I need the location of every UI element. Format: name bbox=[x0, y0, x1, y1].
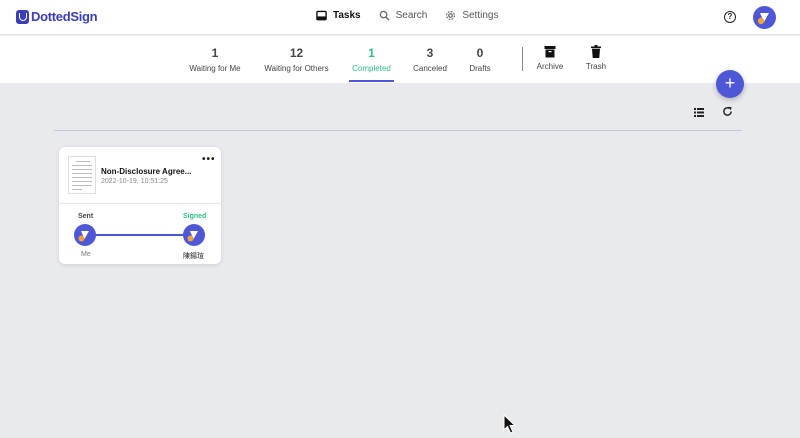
signed-label: Signed bbox=[183, 213, 207, 220]
avatar-logo-icon bbox=[757, 13, 769, 25]
app-name: DottedSign bbox=[31, 9, 98, 24]
archive-icon bbox=[544, 46, 556, 58]
logo-mark-icon bbox=[16, 9, 29, 24]
top-bar: DottedSign Tasks Search Settings ? bbox=[0, 0, 800, 35]
gear-icon bbox=[446, 10, 456, 21]
search-icon bbox=[379, 10, 390, 21]
nav-search[interactable]: Search bbox=[379, 10, 428, 21]
nav-tasks[interactable]: Tasks bbox=[316, 10, 361, 21]
nav-settings-label: Settings bbox=[462, 10, 499, 21]
tab-waiting-for-others[interactable]: 12 Waiting for Others bbox=[263, 46, 330, 73]
tab-trash[interactable]: Trash bbox=[584, 45, 608, 71]
list-view-icon[interactable] bbox=[694, 108, 704, 117]
document-thumbnail bbox=[68, 156, 96, 194]
app-logo[interactable]: DottedSign bbox=[16, 9, 98, 24]
tab-canceled[interactable]: 3 Canceled bbox=[412, 46, 448, 73]
avatar-logo-icon bbox=[187, 231, 198, 242]
tab-count: 3 bbox=[426, 46, 434, 60]
tab-completed[interactable]: 1 Completed bbox=[350, 46, 393, 73]
trash-icon bbox=[591, 45, 601, 58]
tab-count: 0 bbox=[476, 46, 484, 60]
tab-count: 12 bbox=[289, 46, 304, 60]
main-nav: Tasks Search Settings bbox=[316, 10, 498, 21]
tab-label: Archive bbox=[536, 62, 564, 71]
refresh-icon[interactable] bbox=[722, 106, 733, 117]
tab-label: Completed bbox=[352, 64, 391, 73]
avatar-logo-icon bbox=[78, 231, 89, 242]
document-date: 2022-10-19, 10:51:25 bbox=[101, 178, 168, 185]
create-task-button[interactable]: + bbox=[716, 70, 744, 98]
sent-label: Sent bbox=[78, 213, 94, 220]
more-options-icon[interactable]: ••• bbox=[202, 155, 216, 165]
tab-label: Drafts bbox=[469, 64, 491, 73]
sender-name: Me bbox=[81, 251, 91, 258]
tab-count: 1 bbox=[368, 46, 375, 60]
tab-label: Waiting for Me bbox=[189, 64, 241, 73]
tab-label: Waiting for Others bbox=[264, 64, 329, 73]
active-tab-indicator bbox=[349, 80, 394, 82]
inbox-icon bbox=[316, 10, 327, 21]
nav-tasks-label: Tasks bbox=[333, 10, 361, 21]
card-divider bbox=[59, 203, 221, 204]
document-card[interactable]: Non-Disclosure Agree... 2022-10-19, 10:5… bbox=[59, 147, 221, 264]
signing-progress-track bbox=[85, 234, 195, 236]
tab-archive[interactable]: Archive bbox=[534, 45, 566, 71]
help-icon[interactable]: ? bbox=[724, 11, 736, 23]
tab-drafts[interactable]: 0 Drafts bbox=[467, 46, 493, 73]
mouse-cursor-icon bbox=[503, 414, 517, 434]
tab-waiting-for-me[interactable]: 1 Waiting for Me bbox=[189, 46, 241, 73]
nav-settings[interactable]: Settings bbox=[445, 10, 498, 21]
signer-avatar bbox=[183, 224, 205, 246]
user-avatar[interactable] bbox=[753, 6, 776, 29]
sender-avatar bbox=[74, 224, 96, 246]
status-tabs-bar: 1 Waiting for Me 12 Waiting for Others 1… bbox=[0, 36, 800, 83]
document-title: Non-Disclosure Agree... bbox=[101, 167, 192, 176]
toolbar-separator bbox=[54, 130, 742, 131]
nav-search-label: Search bbox=[395, 10, 428, 21]
tab-label: Canceled bbox=[413, 64, 447, 73]
tab-label: Trash bbox=[585, 62, 607, 71]
signer-name: 陳鍚瑄 bbox=[183, 253, 204, 260]
tab-count: 1 bbox=[211, 46, 219, 60]
tab-divider bbox=[522, 47, 523, 71]
